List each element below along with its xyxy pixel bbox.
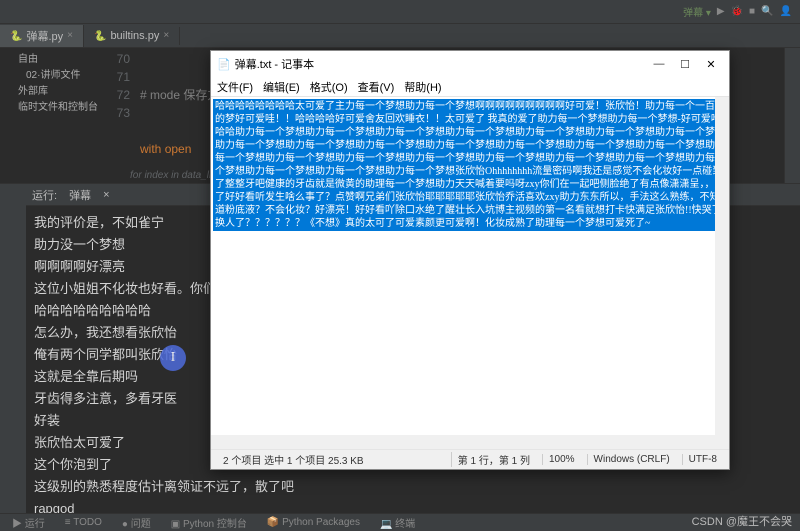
menu-file[interactable]: 文件(F) — [217, 79, 253, 95]
output-line: rapgod — [34, 498, 792, 513]
search-icon[interactable]: 🔍 — [761, 6, 773, 17]
run-tool-gutter — [0, 184, 26, 513]
status-run[interactable]: ▶ 运行 — [8, 515, 49, 530]
menu-view[interactable]: 查看(V) — [358, 79, 395, 95]
status-pyconsole[interactable]: ▣ Python 控制台 — [167, 515, 251, 530]
status-bar: ▶ 运行 ≡ TODO ● 问题 ▣ Python 控制台 📦 Python P… — [0, 513, 800, 531]
status-left: 2 个项目 选中 1 个项目 25.3 KB — [217, 452, 445, 467]
close-icon[interactable]: × — [103, 189, 109, 201]
window-top-bar: 弹幕 ▾ ▶ 🐞 ■ 🔍 👤 — [0, 0, 800, 24]
tree-item[interactable]: 自由 — [18, 52, 104, 68]
vertical-scrollbar[interactable] — [715, 97, 729, 449]
editor-tabs: 弹幕.py × builtins.py × — [0, 24, 800, 48]
notepad-title: 弹幕.txt - 记事本 — [235, 56, 314, 72]
tree-item[interactable]: 02·讲师文件 — [18, 68, 104, 84]
watermark: CSDN @魔王不会哭 — [692, 513, 792, 529]
tab-builtins[interactable]: builtins.py × — [84, 27, 180, 45]
notepad-window[interactable]: 📄 弹幕.txt - 记事本 — ☐ ✕ 文件(F) 编辑(E) 格式(O) 查… — [210, 50, 730, 470]
line-gutter: 70 71 72 73 — [106, 48, 136, 122]
horizontal-scrollbar[interactable] — [211, 435, 715, 449]
tree-item[interactable]: 外部库 — [18, 84, 104, 100]
tree-item[interactable]: 临时文件和控制台 — [18, 100, 104, 116]
status-pypackages[interactable]: 📦 Python Packages — [263, 517, 364, 528]
run-config[interactable]: 弹幕 ▾ — [683, 4, 711, 19]
status-problems[interactable]: ● 问题 — [118, 515, 155, 530]
menu-edit[interactable]: 编辑(E) — [263, 79, 300, 95]
user-icon[interactable]: 👤 — [780, 6, 792, 17]
maximize-button[interactable]: ☐ — [673, 55, 697, 73]
python-file-icon — [10, 30, 22, 42]
notepad-statusbar: 2 个项目 选中 1 个项目 25.3 KB 第 1 行，第 1 列 100% … — [211, 449, 729, 469]
encoding: UTF-8 — [682, 454, 723, 465]
close-icon[interactable]: × — [163, 30, 169, 41]
minimize-button[interactable]: — — [647, 55, 671, 73]
status-terminal[interactable]: 💻 终端 — [376, 515, 419, 530]
stop-icon[interactable]: ■ — [749, 6, 755, 17]
zoom-level: 100% — [542, 454, 581, 465]
cursor-indicator: I — [160, 345, 186, 371]
output-line: 这级别的熟悉程度估计离领证不远了，散了吧 — [34, 476, 792, 498]
python-file-icon — [94, 30, 106, 42]
line-ending: Windows (CRLF) — [587, 454, 676, 465]
menu-format[interactable]: 格式(O) — [310, 79, 348, 95]
tab-label: builtins.py — [110, 30, 159, 42]
notepad-titlebar[interactable]: 📄 弹幕.txt - 记事本 — ☐ ✕ — [211, 51, 729, 77]
tab-label: 弹幕.py — [26, 28, 63, 44]
selected-text[interactable]: 哈哈哈哈哈哈哈哈太可爱了主力每一个梦想助力每一个梦想啊啊啊啊啊啊啊啊啊好可爱！张… — [213, 99, 727, 231]
notepad-menu: 文件(F) 编辑(E) 格式(O) 查看(V) 帮助(H) — [211, 77, 729, 97]
close-icon[interactable]: × — [67, 30, 73, 41]
close-button[interactable]: ✕ — [699, 55, 723, 73]
run-label: 运行: — [32, 187, 57, 203]
status-todo[interactable]: ≡ TODO — [61, 517, 106, 528]
menu-help[interactable]: 帮助(H) — [404, 79, 441, 95]
run-tab[interactable]: 弹幕 — [63, 185, 97, 205]
notepad-body[interactable]: 哈哈哈哈哈哈哈哈太可爱了主力每一个梦想助力每一个梦想啊啊啊啊啊啊啊啊啊好可爱！张… — [211, 97, 729, 449]
notepad-icon: 📄 — [217, 58, 231, 71]
debug-icon[interactable]: 🐞 — [731, 6, 743, 17]
play-icon[interactable]: ▶ — [717, 6, 725, 17]
tab-danmu[interactable]: 弹幕.py × — [0, 25, 84, 47]
caret-position: 第 1 行，第 1 列 — [451, 452, 536, 467]
project-tree[interactable]: 自由 02·讲师文件 外部库 临时文件和控制台 — [16, 48, 106, 120]
